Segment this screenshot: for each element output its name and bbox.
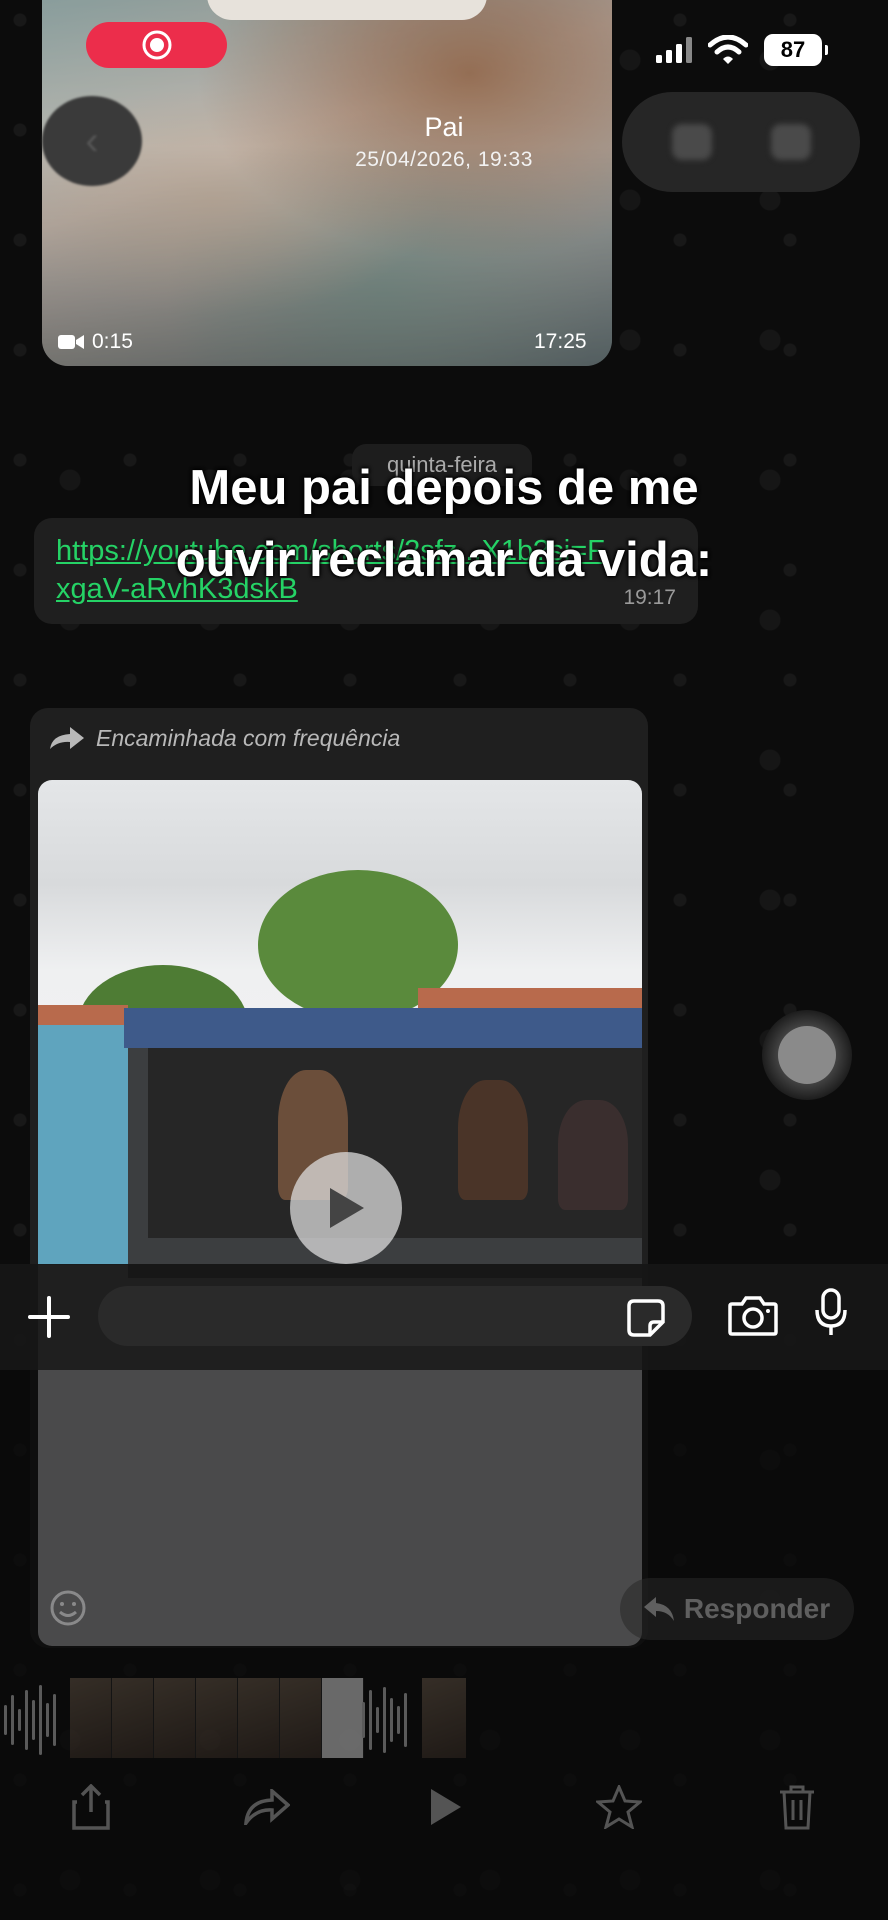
battery-indicator: 87 — [764, 34, 828, 66]
reply-arrow-icon — [643, 1597, 674, 1621]
reply-button[interactable]: Responder — [620, 1578, 854, 1640]
timeline-thumbnails — [70, 1678, 364, 1758]
emoji-icon — [50, 1590, 86, 1626]
delete-button[interactable] — [772, 1782, 822, 1832]
microphone-icon — [815, 1288, 847, 1335]
chevron-left-icon: ‹ — [85, 118, 99, 163]
play-preview-button[interactable] — [420, 1782, 470, 1832]
person-graphic — [458, 1080, 528, 1200]
sticker-icon — [627, 1299, 665, 1337]
message-composer — [0, 1264, 888, 1370]
video-duration: 0:15 — [58, 330, 133, 354]
forward-button[interactable] — [242, 1782, 292, 1832]
wifi-icon — [708, 35, 748, 64]
reply-label: Responder — [683, 1593, 831, 1624]
caption-line-1: Meu pai depois de me — [189, 461, 699, 515]
truck-canopy-graphic — [124, 1008, 642, 1048]
star-button[interactable] — [594, 1782, 644, 1832]
audio-waveform — [362, 1678, 407, 1762]
person-graphic — [558, 1100, 628, 1210]
floating-record-button[interactable] — [762, 1010, 852, 1100]
message-input[interactable] — [98, 1286, 692, 1346]
video-call-icon[interactable] — [671, 124, 712, 160]
forward-icon — [244, 1789, 290, 1825]
screen-recording-indicator[interactable] — [86, 22, 227, 68]
forward-arrow-icon — [50, 727, 84, 749]
share-button[interactable] — [66, 1782, 116, 1832]
status-bar-right: 87 — [656, 34, 828, 66]
bottom-action-bar — [0, 1772, 888, 1842]
play-button[interactable] — [290, 1152, 402, 1264]
back-button[interactable]: ‹ — [42, 96, 142, 186]
play-icon — [330, 1188, 364, 1228]
video-caption: Meu pai depois de me ouvir reclamar da v… — [0, 452, 888, 596]
forwarded-label: Encaminhada com frequência — [96, 724, 401, 751]
cellular-signal-icon — [656, 37, 692, 63]
phone-icon[interactable] — [770, 124, 811, 160]
sticker-button[interactable] — [626, 1298, 666, 1338]
timeline-thumbnail — [422, 1678, 466, 1758]
video-timeline[interactable] — [0, 1678, 888, 1762]
video-camera-icon — [58, 335, 84, 349]
forwarded-header: Encaminhada com frequência — [30, 708, 648, 768]
attach-button[interactable] — [24, 1292, 74, 1342]
caption-line-2: ouvir reclamar da vida: — [175, 533, 713, 587]
video-timestamp: 17:25 — [534, 330, 587, 353]
trash-icon — [780, 1785, 814, 1830]
share-icon — [72, 1784, 110, 1830]
microphone-button[interactable] — [814, 1288, 858, 1344]
plus-icon — [28, 1296, 70, 1338]
audio-waveform — [4, 1678, 56, 1762]
play-icon — [431, 1789, 461, 1825]
camera-icon — [728, 1296, 778, 1336]
video-duration-text: 0:15 — [92, 330, 133, 353]
screen-record-icon — [142, 30, 171, 60]
camera-button[interactable] — [728, 1294, 782, 1340]
call-actions[interactable] — [622, 92, 860, 192]
dynamic-island — [207, 0, 487, 20]
record-thumbnail — [778, 1026, 836, 1084]
star-icon — [596, 1785, 642, 1829]
emoji-button[interactable] — [48, 1588, 88, 1633]
